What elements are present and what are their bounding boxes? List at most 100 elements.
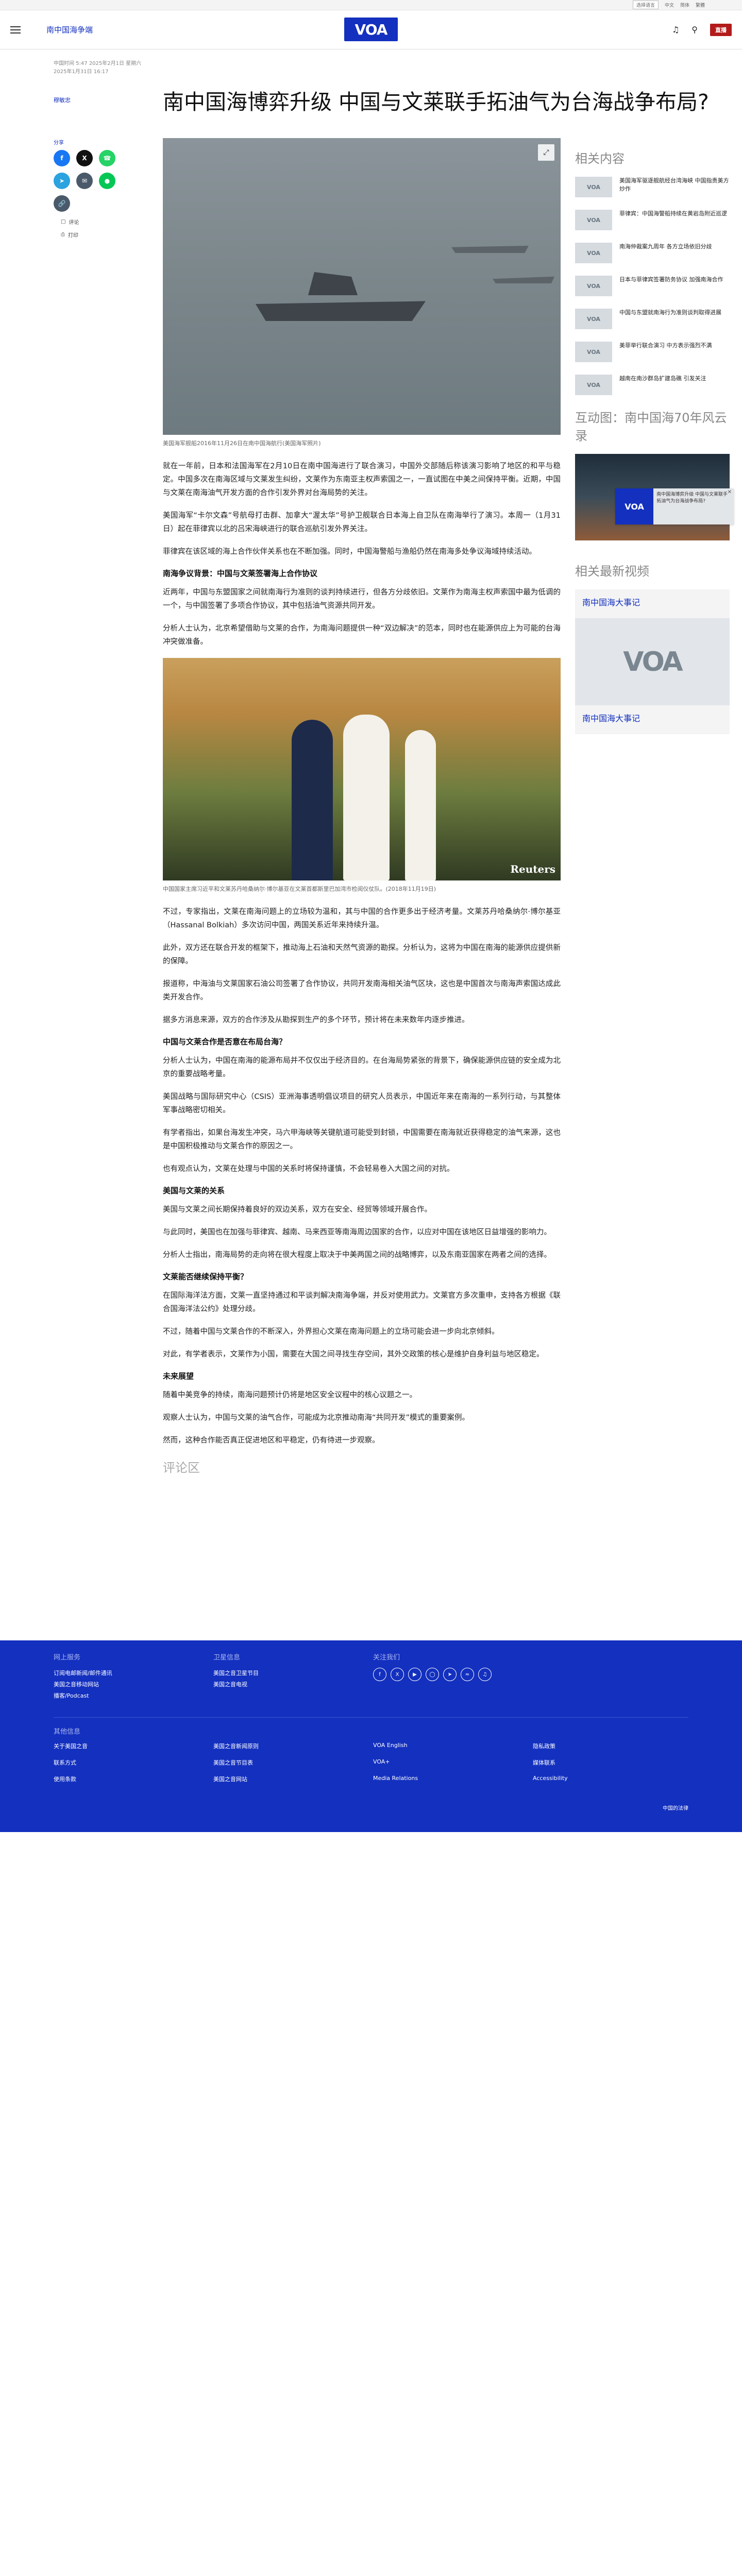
video-card-title[interactable]: 南中国海大事记 bbox=[575, 589, 730, 618]
footer-link[interactable]: 关于美国之音 bbox=[54, 1742, 213, 1750]
related-item[interactable]: VOA 日本与菲律宾签署防务协议 加强南海合作 bbox=[575, 276, 730, 296]
related-item[interactable]: VOA 南海仲裁案九周年 各方立场依旧分歧 bbox=[575, 243, 730, 263]
live-button[interactable]: 直播 bbox=[710, 23, 732, 36]
paragraph: 有学者指出，如果台海发生冲突，马六甲海峡等关键航道可能受到封锁，中国需要在南海就… bbox=[163, 1129, 561, 1150]
footer-link[interactable]: 美国之音移动网站 bbox=[54, 1679, 213, 1690]
comments-section-title[interactable]: 评论区 bbox=[163, 1458, 561, 1476]
article-meta: 中国时间 5:47 2025年2月1日 星期六 2025年1月31日 16:17 bbox=[0, 49, 742, 76]
comment-link[interactable]: □ 评论 bbox=[61, 218, 163, 226]
utility-item-1[interactable]: 中文 bbox=[665, 2, 674, 8]
paragraph: 分析人士认为，北京希望借助与文莱的合作，为南海问题提供一种“双边解决”的范本，同… bbox=[163, 624, 561, 646]
utility-item-3[interactable]: 繁體 bbox=[696, 2, 705, 8]
podcast-icon[interactable]: ♫ bbox=[478, 1668, 492, 1681]
ship-shape bbox=[451, 246, 529, 253]
paragraph: 也有观点认为，文莱在处理与中国的关系时将保持谨慎，不会轻易卷入大国之间的对抗。 bbox=[163, 1165, 454, 1173]
article-body: 就在一年前，日本和法国海军在2月10日在南中国海进行了联合演习，中国外交部随后称… bbox=[163, 460, 561, 1447]
hero-image: ⤢ bbox=[163, 138, 561, 435]
sidebar: 相关内容 VOA 美国海军驱逐舰航经台湾海峡 中国指责美方炒作 VOA 菲律宾：中国… bbox=[575, 138, 730, 1476]
paragraph: 近两年，中国与东盟国家之间就南海行为准则的谈判持续进行，但各方分歧依旧。文莱作为… bbox=[163, 588, 561, 610]
related-item[interactable]: VOA 美国海军驱逐舰航经台湾海峡 中国指责美方炒作 bbox=[575, 177, 730, 197]
menu-icon[interactable] bbox=[10, 26, 21, 33]
whatsapp-icon[interactable]: ☎ bbox=[99, 150, 115, 166]
utility-item-2[interactable]: 简体 bbox=[680, 2, 689, 8]
article-content: ⤢ 美国海军舰船2016年11月26日在南中国海航行(美国海军照片) 就在一年前… bbox=[163, 138, 561, 1476]
email-icon[interactable]: ✉ bbox=[76, 173, 93, 189]
ship-shape bbox=[493, 276, 554, 283]
paragraph: 菲律宾在该区域的海上合作伙伴关系也在不断加强。同时，中国海警船与渔船仍然在南海多… bbox=[163, 548, 536, 556]
print-link[interactable]: ⎙ 打印 bbox=[61, 231, 163, 239]
footer-link[interactable]: 播客/Podcast bbox=[54, 1690, 213, 1702]
page-title: 南中国海博弈升级 中国与文莱联手拓油气为台海战争布局? bbox=[163, 90, 709, 114]
close-icon[interactable]: ✕ bbox=[728, 489, 732, 495]
video-card-caption[interactable]: 南中国海大事记 bbox=[575, 705, 730, 734]
footer-link[interactable]: 美国之音网站 bbox=[213, 1775, 373, 1783]
facebook-icon[interactable]: f bbox=[373, 1668, 386, 1681]
language-select[interactable]: 选择语言 bbox=[632, 1, 659, 9]
footer-link[interactable]: 美国之音电视 bbox=[213, 1679, 373, 1690]
footer-link[interactable]: Media Relations bbox=[373, 1775, 533, 1783]
voa-logo[interactable]: VOA bbox=[344, 18, 398, 41]
related-thumb: VOA bbox=[575, 342, 612, 362]
figure-shape bbox=[292, 720, 333, 880]
footer-link[interactable]: 媒体联系 bbox=[533, 1758, 693, 1767]
instagram-icon[interactable]: ◯ bbox=[426, 1668, 439, 1681]
related-item[interactable]: VOA 中国与东盟就南海行为准则谈判取得进展 bbox=[575, 309, 730, 329]
copy-link-icon[interactable]: 🔗 bbox=[54, 195, 70, 212]
footer-link[interactable]: VOA English bbox=[373, 1742, 533, 1750]
paragraph: 就在一年前，日本和法国海军在2月10日在南中国海进行了联合演习，中国外交部随后称… bbox=[163, 462, 561, 497]
paragraph: 美国战略与国际研究中心（CSIS）亚洲海事透明倡议项目的研究人员表示，中国近年来… bbox=[163, 1093, 561, 1114]
related-thumb: VOA bbox=[575, 177, 612, 197]
video-thumbnail[interactable]: VOA bbox=[575, 618, 730, 705]
footer-link[interactable]: 联系方式 bbox=[54, 1758, 213, 1767]
x-icon[interactable]: X bbox=[391, 1668, 404, 1681]
utility-bar: 选择语言 中文 简体 繁體 bbox=[0, 0, 742, 10]
footer-link[interactable]: 订阅电邮新闻/邮件通讯 bbox=[54, 1668, 213, 1679]
footer-link[interactable]: 隐私政策 bbox=[533, 1742, 693, 1750]
footer-link[interactable]: 美国之音卫星节目 bbox=[213, 1668, 373, 1679]
interactive-title[interactable]: 互动图：南中国海70年风云录 bbox=[575, 408, 730, 444]
print-icon: ⎙ bbox=[61, 232, 65, 238]
figure-shape bbox=[405, 730, 436, 880]
telegram-icon[interactable]: ➤ bbox=[54, 173, 70, 189]
footer-link[interactable]: 美国之音节目表 bbox=[213, 1758, 373, 1767]
footer-link[interactable]: 使用条款 bbox=[54, 1775, 213, 1783]
audio-icon[interactable]: ♫ bbox=[672, 25, 679, 35]
mini-player-text: 南中国海博弈升级 中国与文莱联手拓油气为台海战争布局? bbox=[656, 492, 728, 504]
updated-date: 2025年1月31日 16:17 bbox=[54, 69, 109, 75]
published-date: 中国时间 5:47 2025年2月1日 星期六 bbox=[54, 61, 142, 66]
telegram-icon[interactable]: ➤ bbox=[443, 1668, 457, 1681]
paragraph: 此外，双方还在联合开发的框架下，推动海上石油和天然气资源的勘探。分析认为，这将为… bbox=[163, 944, 561, 965]
ship-shape bbox=[308, 272, 358, 295]
section-link[interactable]: 南中国海争端 bbox=[46, 24, 93, 35]
comment-icon: □ bbox=[61, 219, 66, 225]
line-icon[interactable]: ● bbox=[99, 173, 115, 189]
footer-link[interactable]: VOA+ bbox=[373, 1758, 533, 1767]
share-title: 分享 bbox=[54, 140, 64, 146]
paragraph: 对此，有学者表示，文莱作为小国，需要在大国之间寻找生存空间，其外交政策的核心是维… bbox=[163, 1350, 544, 1359]
related-thumb: VOA bbox=[575, 276, 612, 296]
site-header: 南中国海争端 VOA ♫ ⚲ 直播 bbox=[0, 10, 742, 49]
mini-player[interactable]: VOA 南中国海博弈升级 中国与文莱联手拓油气为台海战争布局? ✕ bbox=[615, 488, 734, 524]
footer-link[interactable]: 美国之音新闻原则 bbox=[213, 1742, 373, 1750]
reuters-watermark: Reuters bbox=[510, 863, 555, 875]
related-thumb: VOA bbox=[575, 243, 612, 263]
paragraph: 随着中美竞争的持续，南海问题预计仍将是地区安全议程中的核心议题之一。 bbox=[163, 1391, 417, 1399]
related-item[interactable]: VOA 越南在南沙群岛扩建岛礁 引发关注 bbox=[575, 375, 730, 395]
search-icon[interactable]: ⚲ bbox=[692, 25, 698, 35]
subheading: 美国与文莱的关系 bbox=[163, 1186, 225, 1195]
related-item[interactable]: VOA 菲律宾：中国海警船持续在黄岩岛附近巡逻 bbox=[575, 210, 730, 230]
expand-icon[interactable]: ⤢ bbox=[538, 144, 554, 161]
copyright: 中国的法律 bbox=[663, 1806, 688, 1811]
author-link[interactable]: 穆敏忠 bbox=[54, 87, 163, 117]
subheading: 文莱能否继续保持平衡？ bbox=[163, 1272, 248, 1281]
share-column: 分享 f X ☎ ➤ ✉ ● 🔗 □ 评论 ⎙ 打印 bbox=[54, 138, 163, 1476]
facebook-icon[interactable]: f bbox=[54, 150, 70, 166]
youtube-icon[interactable]: ▶ bbox=[408, 1668, 421, 1681]
paragraph: 不过，专家指出，文莱在南海问题上的立场较为温和，其与中国的合作更多出于经济考量。… bbox=[163, 908, 561, 929]
rss-icon[interactable]: ≈ bbox=[461, 1668, 474, 1681]
paragraph: 据多方消息来源，双方的合作涉及从勘探到生产的多个环节，预计将在未来数年内逐步推进… bbox=[163, 1016, 469, 1024]
footer-link[interactable]: Accessibility bbox=[533, 1775, 693, 1783]
related-thumb: VOA bbox=[575, 375, 612, 395]
related-item[interactable]: VOA 美菲举行联合演习 中方表示强烈不满 bbox=[575, 342, 730, 362]
x-icon[interactable]: X bbox=[76, 150, 93, 166]
